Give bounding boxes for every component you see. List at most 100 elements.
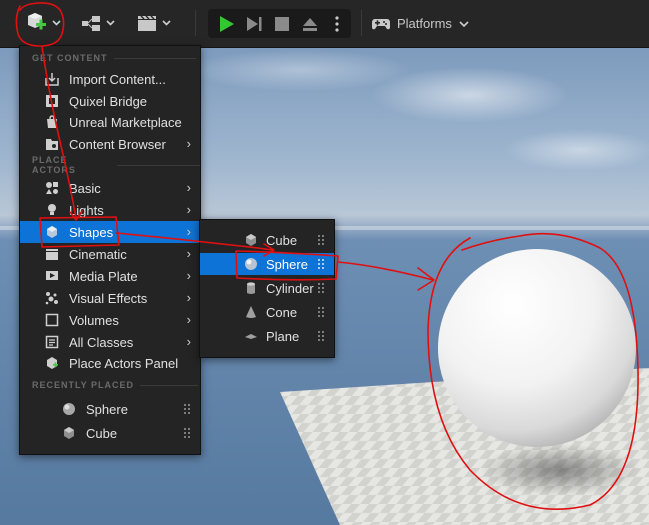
all-classes-icon: [45, 335, 59, 349]
chevron-right-icon: ›: [186, 290, 191, 305]
menu-item-label: Lights: [69, 202, 104, 218]
sphere-actor: [438, 249, 636, 447]
chevron-right-icon: ›: [186, 312, 191, 327]
add-actor-icon: [28, 13, 61, 30]
menu-item-lights[interactable]: Lights ›: [20, 199, 200, 221]
basic-icon: [45, 181, 59, 195]
toolbar-separator: [361, 10, 362, 36]
menu-item-quixel-bridge[interactable]: Quixel Bridge: [20, 90, 200, 112]
marketplace-icon: [45, 115, 59, 129]
toolbar-separator: [195, 10, 196, 36]
content-browser-icon: [45, 137, 59, 151]
cube-icon: [244, 233, 258, 247]
main-toolbar: Platforms: [0, 0, 649, 48]
recent-item-label: Cube: [86, 425, 118, 441]
shape-item-label: Sphere: [266, 256, 308, 272]
stop-button[interactable]: [270, 9, 294, 38]
volumes-icon: [45, 313, 59, 327]
menu-item-label: Content Browser: [69, 136, 166, 152]
menu-item-label: Visual Effects: [69, 290, 148, 306]
shape-item-label: Cone: [266, 304, 298, 320]
menu-item-label: Import Content...: [69, 71, 166, 87]
menu-item-content-browser[interactable]: Content Browser ›: [20, 133, 200, 155]
recent-item-cube[interactable]: Cube: [20, 422, 200, 444]
light-icon: [45, 203, 59, 217]
recent-item-sphere[interactable]: Sphere: [20, 398, 200, 420]
drag-handle-icon[interactable]: [183, 427, 191, 442]
shape-item-cone[interactable]: Cone: [200, 301, 334, 323]
quixel-icon: [45, 94, 59, 108]
menu-item-cinematic[interactable]: Cinematic ›: [20, 243, 200, 265]
drag-handle-icon[interactable]: [317, 234, 325, 249]
menu-item-label: Place Actors Panel: [69, 355, 179, 371]
shape-item-sphere[interactable]: Sphere: [200, 253, 334, 275]
menu-item-label: Quixel Bridge: [69, 93, 148, 109]
recent-item-label: Sphere: [86, 401, 128, 417]
cube-icon: [62, 426, 76, 440]
menu-item-label: Media Plate: [69, 268, 138, 284]
play-controls: [208, 9, 351, 38]
drag-handle-icon[interactable]: [183, 403, 191, 418]
section-header-recently-placed: RECENTLY PLACED: [32, 378, 199, 392]
menu-item-shapes[interactable]: Shapes ›: [20, 221, 200, 243]
chevron-right-icon: ›: [186, 202, 191, 217]
cinematics-button[interactable]: [136, 9, 174, 37]
shapes-submenu: Cube Sphere Cylinder Cone Plane: [199, 219, 335, 358]
menu-item-label: Cinematic: [69, 246, 127, 262]
shape-item-cylinder[interactable]: Cylinder: [200, 277, 334, 299]
gamepad-icon: [372, 18, 390, 29]
play-icon: [220, 15, 234, 32]
platforms-button[interactable]: Platforms: [371, 9, 481, 38]
drag-handle-icon[interactable]: [317, 330, 325, 345]
menu-item-place-actors-panel[interactable]: Place Actors Panel: [20, 352, 200, 374]
stop-icon: [275, 16, 289, 31]
advance-frame-button[interactable]: [242, 9, 266, 38]
shape-item-label: Plane: [266, 328, 300, 344]
chevron-right-icon: ›: [186, 246, 191, 261]
menu-item-basic[interactable]: Basic ›: [20, 177, 200, 199]
more-options-icon: [335, 15, 339, 32]
menu-item-label: Shapes: [69, 224, 114, 240]
menu-item-label: All Classes: [69, 334, 134, 350]
menu-item-all-classes[interactable]: All Classes ›: [20, 331, 200, 353]
visual-effects-icon: [45, 291, 59, 305]
menu-item-label: Volumes: [69, 312, 119, 328]
add-actor-button[interactable]: [22, 9, 64, 37]
shape-item-cube[interactable]: Cube: [200, 229, 334, 251]
menu-item-label: Basic: [69, 180, 101, 196]
shape-item-label: Cylinder: [266, 280, 314, 296]
plane-icon: [244, 329, 258, 343]
menu-item-volumes[interactable]: Volumes ›: [20, 309, 200, 331]
chevron-right-icon: ›: [186, 268, 191, 283]
chevron-right-icon: ›: [186, 136, 191, 151]
play-options-button[interactable]: [328, 9, 346, 38]
shape-item-label: Cube: [266, 232, 298, 248]
play-button[interactable]: [214, 9, 238, 38]
menu-item-visual-effects[interactable]: Visual Effects ›: [20, 287, 200, 309]
cone-icon: [244, 305, 258, 319]
sphere-shadow: [480, 444, 640, 496]
clapperboard-icon: [138, 15, 171, 31]
chevron-down-icon: [459, 20, 469, 27]
platforms-label: Platforms: [397, 16, 452, 31]
chevron-right-icon: ›: [186, 334, 191, 349]
eject-button[interactable]: [298, 9, 322, 38]
blueprints-button[interactable]: [80, 9, 118, 37]
chevron-right-icon: ›: [186, 180, 191, 195]
shapes-icon: [45, 225, 59, 239]
media-plate-icon: [45, 269, 59, 283]
section-header-place-actors: PLACE ACTORS: [32, 155, 200, 175]
import-icon: [45, 72, 59, 86]
drag-handle-icon[interactable]: [317, 282, 325, 297]
menu-item-media-plate[interactable]: Media Plate ›: [20, 265, 200, 287]
menu-item-unreal-marketplace[interactable]: Unreal Marketplace: [20, 111, 200, 133]
menu-item-import-content[interactable]: Import Content...: [20, 68, 200, 90]
add-actor-menu: GET CONTENT Import Content... Quixel Bri…: [19, 45, 201, 455]
sphere-icon: [62, 402, 76, 416]
drag-handle-icon[interactable]: [317, 306, 325, 321]
cinematic-icon: [45, 247, 59, 261]
place-actors-panel-icon: [45, 356, 59, 370]
drag-handle-icon[interactable]: [317, 258, 325, 273]
menu-item-label: Unreal Marketplace: [69, 114, 182, 130]
shape-item-plane[interactable]: Plane: [200, 325, 334, 347]
